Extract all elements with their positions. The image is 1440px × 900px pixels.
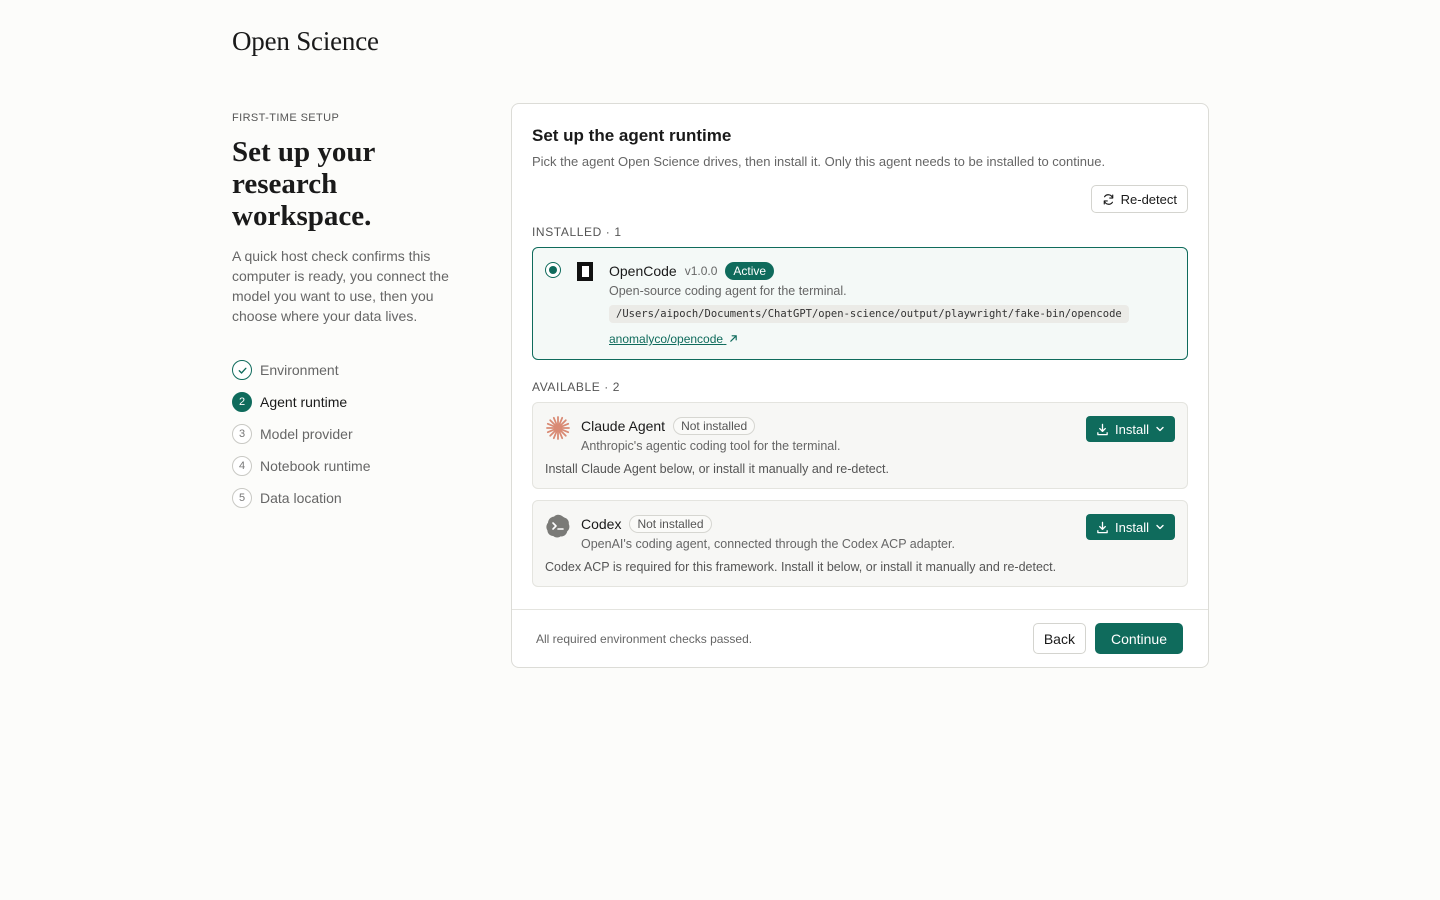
status-badge: Active — [725, 262, 775, 280]
agent-description: OpenAI's coding agent, connected through… — [581, 537, 955, 551]
agent-binary-path: /Users/aipoch/Documents/ChatGPT/open-sci… — [609, 305, 1129, 323]
step-label: Notebook runtime — [260, 458, 371, 474]
brand-logo: Open Science — [232, 26, 379, 56]
agent-name: Claude Agent — [581, 418, 666, 434]
agent-option-codex[interactable]: Codex Not installed OpenAI's coding agen… — [532, 500, 1188, 587]
download-icon — [1097, 521, 1108, 533]
opencode-logo-icon — [577, 262, 593, 281]
card-title: Set up the agent runtime — [532, 126, 732, 145]
step-agent-runtime[interactable]: 2 Agent runtime — [232, 386, 472, 418]
install-claude-button[interactable]: Install — [1086, 416, 1175, 442]
agent-option-opencode[interactable]: OpenCode v1.0.0 Active Open-source codin… — [532, 247, 1188, 360]
agent-option-claude[interactable]: Claude Agent Not installed Anthropic's a… — [532, 402, 1188, 489]
step-number: 5 — [232, 488, 252, 508]
step-notebook-runtime[interactable]: 4 Notebook runtime — [232, 450, 472, 482]
agent-version: v1.0.0 — [684, 264, 718, 278]
step-number: 4 — [232, 456, 252, 476]
environment-status-text: All required environment checks passed. — [536, 631, 753, 646]
setup-eyebrow: FIRST-TIME SETUP — [232, 112, 340, 124]
agent-description: Anthropic's agentic coding tool for the … — [581, 439, 841, 453]
agent-description: Open-source coding agent for the termina… — [609, 284, 847, 298]
step-number: 3 — [232, 424, 252, 444]
intro-panel: FIRST-TIME SETUP Set up your research wo… — [232, 112, 472, 514]
intro-description: A quick host check confirms this compute… — [232, 248, 449, 324]
step-label: Model provider — [260, 426, 353, 442]
agent-install-note: Codex ACP is required for this framework… — [545, 560, 1057, 574]
step-label: Agent runtime — [260, 394, 348, 410]
external-link-icon — [730, 335, 738, 342]
continue-button[interactable]: Continue — [1094, 623, 1183, 654]
step-data-location[interactable]: 5 Data location — [232, 482, 472, 514]
step-number: 2 — [232, 392, 252, 412]
step-model-provider[interactable]: 3 Model provider — [232, 418, 472, 450]
refresh-icon — [1103, 193, 1113, 205]
download-icon — [1097, 423, 1108, 435]
repo-link-label: anomalyco/opencode — [609, 332, 724, 346]
chevron-down-icon — [1156, 426, 1164, 432]
card-subtitle: Pick the agent Open Science drives, then… — [532, 154, 1106, 169]
setup-steps: Environment 2 Agent runtime 3 Model prov… — [232, 354, 472, 514]
agent-radio-selected[interactable] — [545, 262, 561, 278]
chevron-down-icon — [1156, 524, 1164, 530]
redetect-button[interactable]: Re-detect — [1090, 185, 1188, 213]
agent-name: Codex — [581, 516, 622, 532]
claude-starburst-icon — [545, 415, 571, 441]
available-section-label: AVAILABLE · 2 — [532, 380, 621, 394]
codex-terminal-icon — [545, 513, 571, 539]
install-codex-button[interactable]: Install — [1086, 514, 1175, 540]
step-environment[interactable]: Environment — [232, 354, 472, 386]
card-footer: All required environment checks passed. … — [512, 609, 1208, 667]
agent-name: OpenCode — [609, 263, 677, 279]
status-badge: Not installed — [673, 417, 756, 435]
agent-repo-link[interactable]: anomalyco/opencode — [609, 332, 1175, 346]
installed-section-label: INSTALLED · 1 — [532, 225, 622, 239]
page-title: Set up your research workspace. — [232, 136, 375, 232]
install-label: Install — [1115, 519, 1149, 535]
install-label: Install — [1115, 421, 1149, 437]
agent-install-note: Install Claude Agent below, or install i… — [545, 462, 889, 476]
back-button[interactable]: Back — [1032, 623, 1086, 654]
step-label: Data location — [260, 490, 342, 506]
step-label: Environment — [260, 362, 339, 378]
status-badge: Not installed — [629, 515, 712, 533]
redetect-label: Re-detect — [1120, 191, 1177, 207]
agent-runtime-card: Set up the agent runtime Pick the agent … — [511, 103, 1209, 668]
check-icon — [232, 360, 252, 380]
